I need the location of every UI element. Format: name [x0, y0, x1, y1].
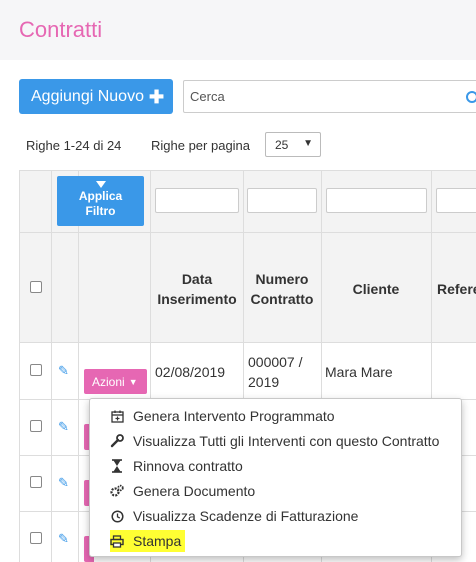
edit-pencil-icon[interactable]: ✎: [58, 364, 71, 377]
menu-item-label: Stampa: [133, 533, 182, 549]
menu-item-genera-intervento[interactable]: Genera Intervento Programmato: [110, 405, 335, 427]
calendar-plus-icon: [110, 409, 124, 423]
rows-per-page-value: 25: [275, 138, 289, 152]
menu-item-label: Rinnova contratto: [133, 458, 243, 474]
menu-item-rinnova-contratto[interactable]: Rinnova contratto: [110, 455, 243, 477]
search-box[interactable]: [183, 80, 476, 113]
menu-item-stampa[interactable]: Stampa: [110, 530, 186, 552]
plus-icon: ✚: [148, 86, 165, 107]
filter-data-input[interactable]: [155, 188, 239, 213]
column-header-data[interactable]: Data Inserimento: [153, 269, 241, 309]
column-header-referente[interactable]: Refere: [437, 279, 476, 299]
search-input[interactable]: [190, 89, 450, 104]
cell-numero-contratto: 000007 / 2019: [248, 354, 303, 390]
rows-info: Righe 1-24 di 24: [26, 138, 122, 153]
rows-per-page-label: Righe per pagina: [151, 138, 251, 153]
filter-referente-input[interactable]: [436, 188, 476, 213]
azioni-label: Azioni: [92, 374, 125, 389]
apply-filter-button[interactable]: Applica Filtro: [57, 176, 144, 226]
menu-item-label: Visualizza Scadenze di Fatturazione: [133, 508, 359, 524]
menu-item-label: Visualizza Tutti gli Interventi con ques…: [133, 433, 440, 449]
printer-icon: [110, 534, 124, 548]
chevron-down-icon: ▼: [128, 376, 138, 387]
clock-icon: [110, 509, 124, 523]
edit-pencil-icon[interactable]: ✎: [58, 420, 71, 433]
azioni-button[interactable]: Azioni ▼: [84, 369, 147, 394]
gears-icon: [110, 484, 124, 498]
menu-item-label: Genera Documento: [133, 483, 256, 499]
filter-numero-input[interactable]: [247, 188, 317, 213]
cell-cliente: Mara Mare: [325, 364, 393, 380]
page-title: Contratti: [19, 17, 103, 42]
menu-item-visualizza-interventi[interactable]: Visualizza Tutti gli Interventi con ques…: [110, 430, 439, 452]
select-all-checkbox[interactable]: [30, 281, 42, 293]
rows-per-page-select[interactable]: 25 ▼: [265, 132, 321, 157]
add-new-button[interactable]: Aggiungi Nuovo ✚: [19, 79, 173, 114]
apply-filter-label: Applica Filtro: [78, 189, 123, 218]
add-new-label: Aggiungi Nuovo: [31, 87, 144, 105]
edit-pencil-icon[interactable]: ✎: [58, 476, 71, 489]
page-header: Contratti: [0, 0, 476, 60]
row-checkbox[interactable]: [30, 476, 42, 488]
menu-item-label: Genera Intervento Programmato: [133, 408, 335, 424]
filter-cliente-input[interactable]: [326, 188, 427, 213]
filter-icon: [95, 181, 106, 188]
menu-item-visualizza-scadenze[interactable]: Visualizza Scadenze di Fatturazione: [110, 505, 358, 527]
edit-pencil-icon[interactable]: ✎: [58, 532, 71, 545]
column-header-cliente[interactable]: Cliente: [322, 279, 430, 299]
row-checkbox[interactable]: [30, 364, 42, 376]
wrench-icon: [110, 434, 124, 448]
row-checkbox[interactable]: [30, 420, 42, 432]
caret-down-icon: ▼: [303, 138, 313, 149]
hourglass-icon: [110, 459, 124, 473]
column-header-numero[interactable]: Numero Contratto: [246, 269, 318, 309]
cell-data-inserimento: 02/08/2019: [155, 364, 226, 380]
row-checkbox[interactable]: [30, 532, 42, 544]
actions-dropdown-menu: Genera Intervento Programmato Visualizza…: [89, 398, 462, 557]
search-icon[interactable]: [466, 91, 476, 103]
menu-item-genera-documento[interactable]: Genera Documento: [110, 480, 255, 502]
